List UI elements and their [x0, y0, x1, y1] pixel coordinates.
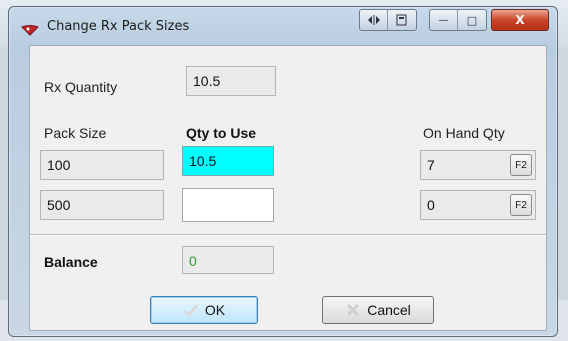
- qty-to-use-header: Qty to Use: [186, 125, 257, 141]
- split-arrows-button[interactable]: [360, 10, 388, 30]
- ok-label: OK: [204, 302, 226, 318]
- window-title: Change Rx Pack Sizes: [47, 19, 190, 34]
- close-icon: X: [515, 13, 525, 27]
- window-controls: — □: [429, 9, 487, 31]
- rx-quantity-field: 10.5: [186, 66, 276, 96]
- split-arrows-icon: [367, 15, 380, 25]
- balance-label: Balance: [44, 254, 98, 270]
- divider: [30, 234, 546, 235]
- pack-size-header: Pack Size: [44, 125, 107, 141]
- change-rx-pack-sizes-dialog: Change Rx Pack Sizes — □ X Rx Quantity 1…: [8, 6, 558, 337]
- f2-button-row1[interactable]: F2: [510, 154, 532, 176]
- close-button[interactable]: X: [491, 9, 549, 31]
- pack-size-cell-row1: 100: [40, 150, 164, 180]
- f2-button-row2[interactable]: F2: [510, 194, 532, 216]
- minimize-icon: —: [438, 14, 449, 26]
- pin-window-button[interactable]: [388, 10, 416, 30]
- ok-button[interactable]: OK: [150, 296, 258, 324]
- qty-to-use-input-row1[interactable]: 10.5: [182, 146, 274, 176]
- cancel-button[interactable]: Cancel: [322, 296, 434, 324]
- cancel-label: Cancel: [367, 302, 411, 318]
- qty-to-use-input-row2[interactable]: [182, 188, 274, 222]
- maximize-button[interactable]: □: [458, 10, 486, 30]
- extra-title-buttons: [359, 9, 417, 31]
- pack-size-cell-row2: 500: [40, 190, 164, 220]
- minimize-button[interactable]: —: [430, 10, 458, 30]
- maximize-icon: □: [466, 13, 478, 27]
- rx-quantity-label: Rx Quantity: [44, 79, 118, 95]
- title-bar[interactable]: Change Rx Pack Sizes — □ X: [9, 7, 557, 45]
- rx-pill-icon: [21, 21, 39, 36]
- balance-field: 0: [182, 246, 274, 274]
- on-hand-qty-header: On Hand Qty: [423, 125, 505, 141]
- dialog-body: Rx Quantity 10.5 Pack Size Qty to Use On…: [29, 45, 547, 331]
- x-icon: [345, 302, 361, 318]
- window-pin-icon: [396, 14, 407, 26]
- checkmark-icon: [183, 302, 199, 318]
